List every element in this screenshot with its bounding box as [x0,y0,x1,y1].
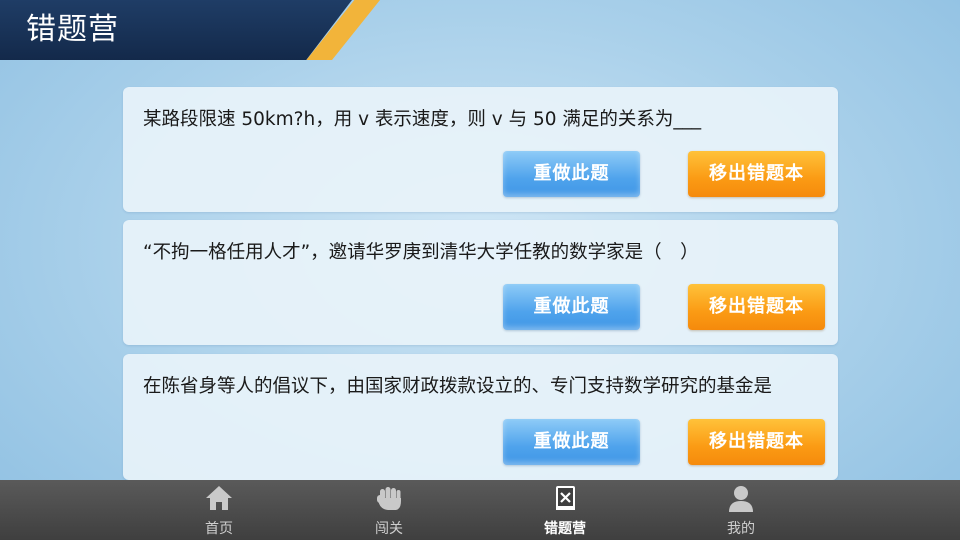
notebook-icon [556,486,575,510]
fist-icon [377,487,401,510]
question-card: 某路段限速 50km?h，用 v 表示速度，则 v 与 50 满足的关系为___… [123,87,838,212]
question-text: “不拘一格任用人才”，邀请华罗庚到清华大学任教的数学家是（ ） [143,242,699,263]
remove-from-notebook-button[interactable]: 移出错题本 [688,151,825,197]
user-icon [729,486,753,512]
app-header: 错题营 [0,0,380,60]
home-icon [206,486,232,510]
bottom-nav: 首页 闯关 错题营 我的 [0,480,960,540]
nav-item-profile[interactable]: 我的 [696,480,786,540]
redo-question-button[interactable]: 重做此题 [503,284,640,330]
question-text: 某路段限速 50km?h，用 v 表示速度，则 v 与 50 满足的关系为___ [143,109,702,130]
redo-question-button[interactable]: 重做此题 [503,151,640,197]
nav-label-profile: 我的 [727,521,755,537]
redo-question-button[interactable]: 重做此题 [503,419,640,465]
question-card: “不拘一格任用人才”，邀请华罗庚到清华大学任教的数学家是（ ） 重做此题 移出错… [123,220,838,345]
nav-item-home[interactable]: 首页 [174,480,264,540]
nav-item-challenge[interactable]: 闯关 [344,480,434,540]
nav-label-home: 首页 [205,521,233,537]
nav-label-challenge: 闯关 [375,521,403,537]
nav-item-mistakes[interactable]: 错题营 [520,480,610,540]
page-title: 错题营 [26,12,119,47]
remove-from-notebook-button[interactable]: 移出错题本 [688,284,825,330]
nav-label-mistakes: 错题营 [544,521,586,537]
remove-from-notebook-button[interactable]: 移出错题本 [688,419,825,465]
question-text: 在陈省身等人的倡议下，由国家财政拨款设立的、专门支持数学研究的基金是 [143,376,773,397]
question-card: 在陈省身等人的倡议下，由国家财政拨款设立的、专门支持数学研究的基金是 重做此题 … [123,354,838,480]
